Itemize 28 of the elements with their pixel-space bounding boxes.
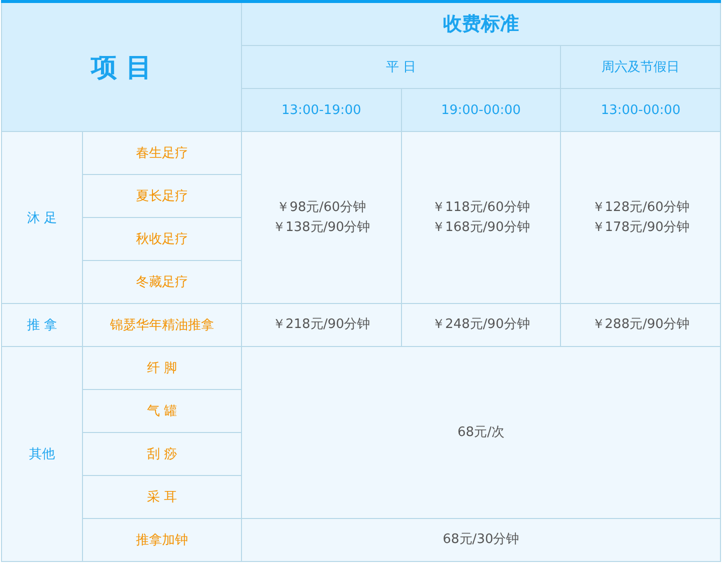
column-header: 平 日 (242, 46, 561, 88)
column-header: 13:00-19:00 (242, 88, 402, 132)
price-cell: 68元/30分钟 (242, 518, 720, 562)
item-cell: 刮 痧 (82, 432, 242, 476)
price-cell: ￥218元/90分钟 (242, 304, 402, 346)
column-header: 收费标准 (242, 2, 720, 46)
price-cell: 68元/次 (242, 346, 720, 518)
column-header: 13:00-00:00 (560, 88, 720, 132)
item-cell: 纤 脚 (82, 346, 242, 390)
item-cell: 采 耳 (82, 476, 242, 518)
category-cell: 沐 足 (2, 132, 82, 304)
column-header: 项 目 (2, 2, 242, 132)
category-cell: 其他 (2, 346, 82, 562)
item-cell: 秋收足疗 (82, 218, 242, 260)
category-cell: 推 拿 (2, 304, 82, 346)
column-header: 周六及节假日 (560, 46, 720, 88)
item-cell: 锦瑟华年精油推拿 (82, 304, 242, 346)
price-cell: ￥98元/60分钟 ￥138元/90分钟 (242, 132, 402, 304)
item-cell: 推拿加钟 (82, 518, 242, 562)
price-cell: ￥128元/60分钟 ￥178元/90分钟 (560, 132, 720, 304)
price-cell: ￥118元/60分钟 ￥168元/90分钟 (401, 132, 561, 304)
item-cell: 夏长足疗 (82, 174, 242, 218)
item-cell: 春生足疗 (82, 132, 242, 174)
price-cell: ￥288元/90分钟 (560, 304, 720, 346)
price-cell: ￥248元/90分钟 (401, 304, 561, 346)
item-cell: 冬藏足疗 (82, 260, 242, 304)
column-header: 19:00-00:00 (401, 88, 561, 132)
item-cell: 气 罐 (82, 390, 242, 432)
